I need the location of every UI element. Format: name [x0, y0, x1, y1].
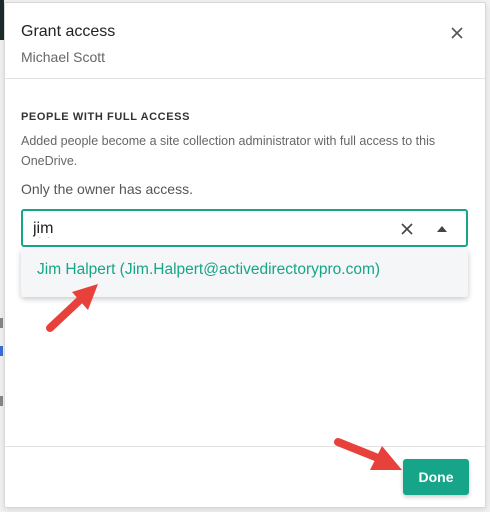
done-button[interactable]: Done — [403, 459, 469, 495]
dialog-header: Grant access Michael Scott — [5, 3, 485, 79]
suggestions-list: Jim Halpert (Jim.Halpert@activedirectory… — [21, 249, 468, 297]
clear-search-button[interactable] — [398, 220, 416, 238]
access-description: Added people become a site collection ad… — [21, 134, 436, 168]
footer-divider — [5, 446, 485, 447]
grant-access-dialog: Grant access Michael Scott PEOPLE WITH F… — [4, 2, 486, 508]
background-page-link-fragment — [0, 346, 3, 356]
background-page-fragment — [0, 318, 3, 328]
close-button[interactable] — [447, 23, 467, 43]
close-icon — [451, 27, 463, 39]
people-search-box — [21, 209, 468, 247]
people-search-input[interactable] — [33, 217, 373, 241]
background-page-fragment — [0, 396, 3, 406]
dropdown-toggle-button[interactable] — [433, 220, 451, 238]
section-heading: PEOPLE WITH FULL ACCESS — [21, 111, 191, 123]
close-icon — [401, 223, 413, 235]
owner-note: Only the owner has access. — [21, 181, 193, 197]
dialog-subtitle: Michael Scott — [21, 49, 106, 65]
dialog-title: Grant access — [21, 23, 116, 40]
suggestion-item[interactable]: Jim Halpert (Jim.Halpert@activedirectory… — [21, 249, 468, 297]
caret-up-icon — [437, 226, 447, 232]
